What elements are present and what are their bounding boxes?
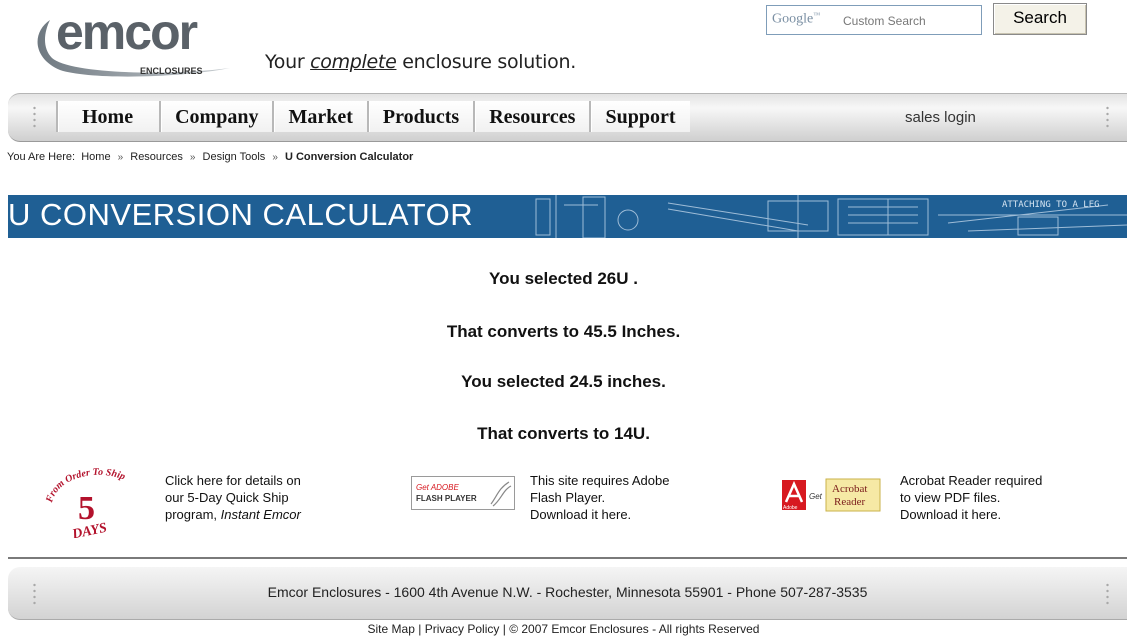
acrobat-line: Download it here. <box>900 507 1002 522</box>
acrobat-text[interactable]: Acrobat Reader required to view PDF file… <box>900 472 1042 523</box>
privacy-policy-link[interactable]: Privacy Policy <box>425 622 500 636</box>
footer-bar: Emcor Enclosures - 1600 4th Avenue N.W. … <box>8 567 1127 620</box>
footer-separator: | <box>502 622 506 636</box>
breadcrumb-resources[interactable]: Resources <box>130 151 183 163</box>
search-placeholder: Custom Search <box>843 14 926 28</box>
acrobat-reader-badge-graphic: Adobe Get Acrobat Reader <box>782 478 881 512</box>
emcor-logo-graphic: emcor ENCLOSURES <box>37 4 231 77</box>
navbar-grip-icon <box>33 105 36 129</box>
svg-text:ATTACHING TO A LEG: ATTACHING TO A LEG <box>1002 200 1100 210</box>
breadcrumb-separator: » <box>272 152 278 163</box>
acrobat-line: to view PDF files. <box>900 490 1001 505</box>
flash-line: Download it here. <box>530 507 632 522</box>
svg-text:Get ADOBE: Get ADOBE <box>416 483 459 492</box>
result-selected-inches: You selected 24.5 inches. <box>461 372 666 391</box>
google-brand: Google™ <box>772 11 821 27</box>
nav-tab-resources[interactable]: Resources <box>473 101 590 132</box>
nav-tab-market[interactable]: Market <box>272 101 367 132</box>
nav-tab-home[interactable]: Home <box>56 101 160 132</box>
page-banner: ATTACHING TO A LEG U CONVERSION CALCULAT… <box>8 195 1127 238</box>
result-selected-u: You selected 26U . <box>489 269 638 288</box>
navbar-grip-icon <box>1106 105 1109 129</box>
company-address: Emcor Enclosures - 1600 4th Avenue N.W. … <box>267 584 868 600</box>
get-flash-player-badge[interactable]: Get ADOBE FLASH PLAYER <box>411 476 515 510</box>
breadcrumb-separator: » <box>189 152 196 163</box>
svg-text:Acrobat: Acrobat <box>832 483 867 495</box>
quickship-text[interactable]: Click here for details on our 5-Day Quic… <box>165 472 301 523</box>
main-navbar: Home Company Market Products Resources S… <box>8 93 1127 142</box>
breadcrumb: You Are Here: Home » Resources » Design … <box>7 151 413 163</box>
breadcrumb-separator: » <box>117 152 124 163</box>
flash-text[interactable]: This site requires Adobe Flash Player. D… <box>530 472 669 523</box>
nav-tab-products[interactable]: Products <box>366 101 474 132</box>
breadcrumb-current: U Conversion Calculator <box>284 151 414 163</box>
svg-text:Get: Get <box>809 492 823 501</box>
breadcrumb-home[interactable]: Home <box>81 151 110 163</box>
copyright-text: © 2007 Emcor Enclosures - All rights Res… <box>509 622 760 636</box>
svg-text:emcor: emcor <box>56 4 198 60</box>
sales-login-link[interactable]: sales login <box>905 109 976 126</box>
svg-text:DAYS: DAYS <box>70 521 109 538</box>
footer-links: Site Map | Privacy Policy | © 2007 Emcor… <box>0 622 1127 636</box>
flash-line: Flash Player. <box>530 490 606 505</box>
footer-separator: | <box>418 622 422 636</box>
emcor-logo[interactable]: emcor ENCLOSURES <box>30 2 245 80</box>
get-acrobat-reader-badge[interactable]: Adobe Get Acrobat Reader <box>782 478 882 512</box>
breadcrumb-prefix: You Are Here: <box>7 151 76 163</box>
page-title: U CONVERSION CALCULATOR <box>8 197 474 232</box>
svg-text:5: 5 <box>78 490 95 527</box>
flash-player-badge-graphic: Get ADOBE FLASH PLAYER <box>411 476 515 510</box>
footer-divider <box>8 557 1127 559</box>
quickship-badge-graphic: From Order To Ship 5 DAYS <box>44 467 127 543</box>
breadcrumb-design-tools[interactable]: Design Tools <box>203 151 266 163</box>
quickship-line: Click here for details on <box>165 473 301 488</box>
footer-grip-icon <box>1106 582 1109 606</box>
svg-text:Reader: Reader <box>834 496 865 508</box>
nav-tab-support[interactable]: Support <box>589 101 690 132</box>
result-converted-inches: That converts to 45.5 Inches. <box>446 322 681 341</box>
quickship-badge[interactable]: From Order To Ship 5 DAYS <box>40 463 140 543</box>
flash-line: This site requires Adobe <box>530 473 670 488</box>
search-button[interactable]: Search <box>993 3 1087 35</box>
quickship-line: our 5-Day Quick Ship <box>165 490 289 505</box>
result-converted-u: That converts to 14U. <box>477 424 650 443</box>
svg-text:ENCLOSURES: ENCLOSURES <box>140 66 203 76</box>
acrobat-line: Acrobat Reader required <box>900 473 1043 488</box>
site-map-link[interactable]: Site Map <box>368 622 415 636</box>
svg-text:Adobe: Adobe <box>783 505 798 511</box>
tagline: Your complete enclosure solution. <box>265 51 576 73</box>
quickship-line: program, Instant Emcor <box>165 507 301 522</box>
svg-text:FLASH PLAYER: FLASH PLAYER <box>416 494 477 503</box>
search-input[interactable]: Google™ Custom Search <box>766 5 982 35</box>
nav-tabs: Home Company Market Products Resources S… <box>56 101 690 132</box>
nav-tab-company[interactable]: Company <box>159 101 273 132</box>
